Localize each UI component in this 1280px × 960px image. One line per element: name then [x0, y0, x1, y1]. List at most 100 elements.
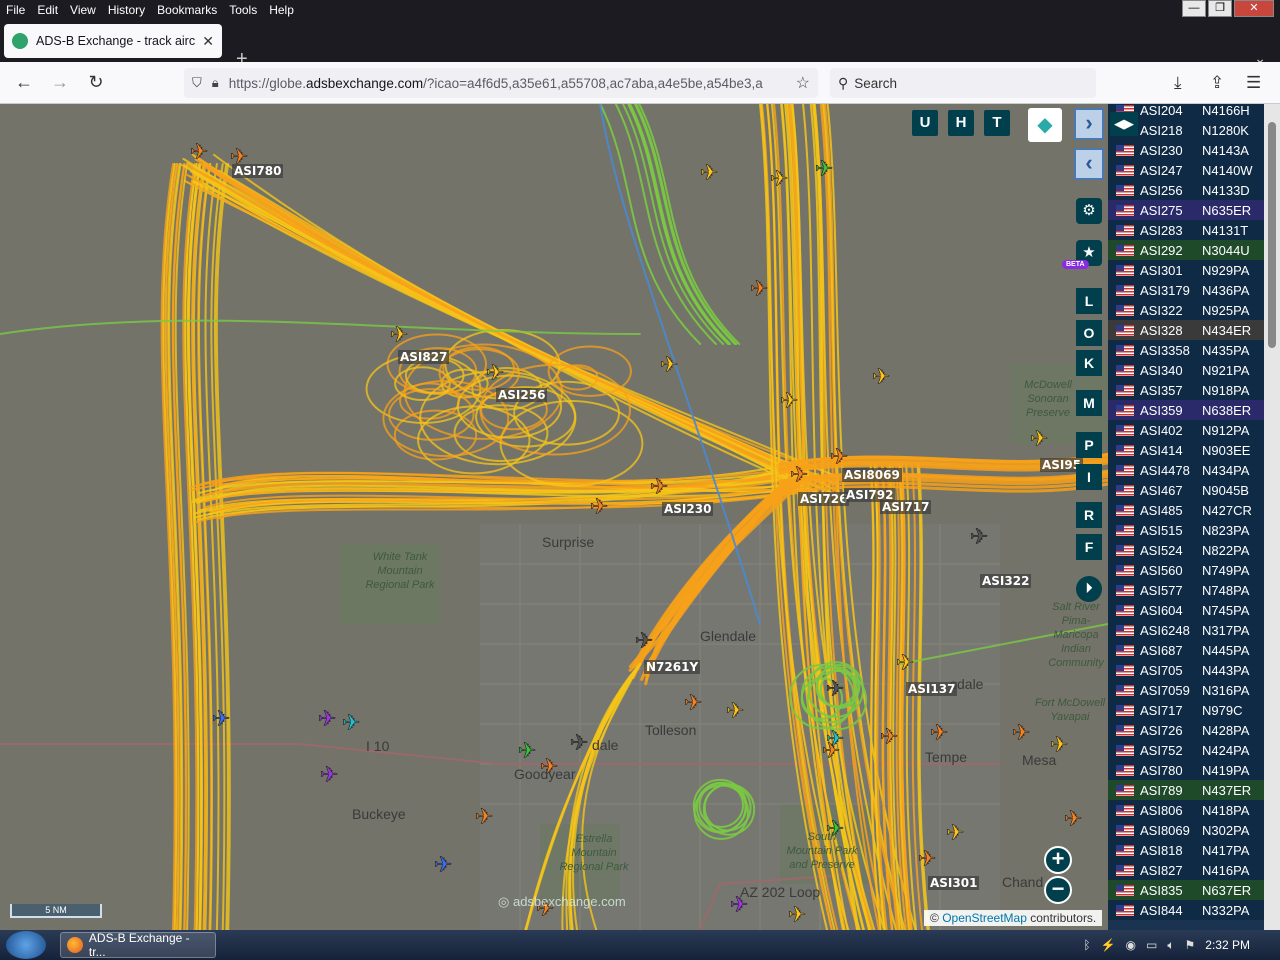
bluetooth-icon[interactable]: ᛒ [1083, 938, 1090, 952]
app-menu-icon[interactable]: ☰ [1246, 73, 1261, 93]
aircraft-row[interactable]: ASI275 N635ER [1108, 200, 1280, 220]
maximize-button[interactable]: ❐ [1208, 0, 1232, 17]
steam-icon[interactable]: ◉ [1126, 938, 1136, 952]
aircraft-row[interactable]: ASI402 N912PA [1108, 420, 1280, 440]
multiselect-button[interactable]: M [1076, 390, 1102, 416]
aircraft-marker-icon[interactable]: ✈ [320, 763, 339, 789]
aircraft-marker-icon[interactable]: ✈ [342, 711, 361, 737]
aircraft-row[interactable]: ASI3179 N436PA [1108, 280, 1280, 300]
aircraft-row[interactable]: ASI835 N637ER [1108, 880, 1280, 900]
network-icon[interactable]: ⚡ [1101, 938, 1116, 952]
persistence-button[interactable]: P [1076, 432, 1102, 458]
aircraft-list-panel[interactable]: ASI204 N4166H ASI218 N1280K ASI230 N4143A ASI2… [1108, 104, 1280, 930]
other-button[interactable]: O [1076, 320, 1102, 346]
map-canvas[interactable]: ✈ ✈✈✈ ✈✈ ✈ ✈✈✈✈✈✈✈✈✈✈✈✈ ✈ ✈✈✈✈✈✈✈✈ ✈✈✈✈✈ ✈ ✈ ✈✈ ✈✈✈… [0, 104, 1108, 930]
aircraft-row[interactable]: ASI604 N745PA [1108, 600, 1280, 620]
aircraft-row[interactable]: ASI283 N4131T [1108, 220, 1280, 240]
zoom-in-button[interactable]: + [1044, 846, 1072, 874]
aircraft-marker-icon[interactable]: ✈ [635, 629, 654, 655]
settings-gear-icon[interactable]: ⚙ [1076, 198, 1102, 224]
aircraft-row[interactable]: ASI4478 N434PA [1108, 460, 1280, 480]
aircraft-label[interactable]: ASI256 [496, 388, 548, 402]
tracking-protection-icon[interactable]: ⛉ [192, 75, 202, 91]
aircraft-label[interactable]: ASI8069 [842, 468, 902, 482]
aircraft-marker-icon[interactable]: ✈ [570, 731, 589, 757]
aircraft-row[interactable]: ASI8069 N302PA [1108, 820, 1280, 840]
aircraft-row[interactable]: ASI789 N437ER [1108, 780, 1280, 800]
aircraft-marker-icon[interactable]: ✈ [475, 805, 494, 831]
aircraft-marker-icon[interactable]: ✈ [650, 475, 669, 501]
aircraft-marker-icon[interactable]: ✈ [1064, 807, 1083, 833]
menu-edit[interactable]: Edit [31, 3, 64, 17]
aircraft-label[interactable]: ASI230 [662, 502, 714, 516]
forward-button[interactable]: → [48, 72, 72, 93]
aircraft-marker-icon[interactable]: ✈ [1030, 427, 1049, 453]
aircraft-marker-icon[interactable]: ✈ [660, 353, 679, 379]
panel-resize-arrows-icon[interactable]: ◀▶ [1110, 112, 1138, 136]
aircraft-row[interactable]: ASI726 N428PA [1108, 720, 1280, 740]
range-button[interactable]: R [1076, 502, 1102, 528]
trails-button[interactable]: T [984, 110, 1010, 136]
aircraft-marker-icon[interactable]: ✈ [590, 495, 609, 521]
aircraft-row[interactable]: ASI687 N445PA [1108, 640, 1280, 660]
replay-icon[interactable]: ⏵ [1076, 576, 1102, 602]
menu-help[interactable]: Help [263, 3, 300, 17]
aircraft-row[interactable]: ASI256 N4133D [1108, 180, 1280, 200]
aircraft-marker-icon[interactable]: ✈ [726, 699, 745, 725]
aircraft-row[interactable]: ASI301 N929PA [1108, 260, 1280, 280]
labels-button[interactable]: L [1076, 288, 1102, 314]
aircraft-marker-icon[interactable]: ✈ [872, 365, 891, 391]
close-window-button[interactable]: ✕ [1234, 0, 1274, 17]
aircraft-label[interactable]: ASI301 [928, 876, 980, 890]
units-button[interactable]: U [912, 110, 938, 136]
aircraft-row[interactable]: ASI818 N417PA [1108, 840, 1280, 860]
aircraft-marker-icon[interactable]: ✈ [815, 157, 834, 183]
aircraft-marker-icon[interactable]: ✈ [826, 677, 845, 703]
taskbar-firefox-item[interactable]: ADS-B Exchange - tr... [60, 931, 216, 959]
osm-link[interactable]: OpenStreetMap [942, 911, 1027, 925]
kml-button[interactable]: K [1076, 350, 1102, 376]
aircraft-label[interactable]: ASI717 [880, 500, 932, 514]
aircraft-row[interactable]: ASI717 N979C [1108, 700, 1280, 720]
aircraft-row[interactable]: ASI6248 N317PA [1108, 620, 1280, 640]
aircraft-marker-icon[interactable]: ✈ [190, 140, 209, 166]
aircraft-marker-icon[interactable]: ✈ [700, 161, 719, 187]
aircraft-row[interactable]: ASI752 N424PA [1108, 740, 1280, 760]
flag-icon[interactable]: ⚑ [1185, 938, 1196, 952]
aircraft-marker-icon[interactable]: ✈ [518, 739, 537, 765]
aircraft-label[interactable]: ASI726 [798, 492, 850, 506]
aircraft-marker-icon[interactable]: ✈ [790, 463, 809, 489]
aircraft-label[interactable]: ASI137 [906, 682, 958, 696]
aircraft-marker-icon[interactable]: ✈ [212, 707, 231, 733]
history-button[interactable]: H [948, 110, 974, 136]
scrollbar-thumb[interactable] [1268, 122, 1276, 348]
aircraft-marker-icon[interactable]: ✈ [770, 167, 789, 193]
aircraft-row[interactable]: ASI806 N418PA [1108, 800, 1280, 820]
menu-bookmarks[interactable]: Bookmarks [151, 3, 223, 17]
zoom-out-button[interactable]: − [1044, 876, 1072, 904]
aircraft-row[interactable]: ASI414 N903EE [1108, 440, 1280, 460]
clock[interactable]: 2:32 PM [1205, 938, 1250, 952]
aircraft-row[interactable]: ASI577 N748PA [1108, 580, 1280, 600]
menu-tools[interactable]: Tools [223, 3, 263, 17]
aircraft-row[interactable]: ASI357 N918PA [1108, 380, 1280, 400]
aircraft-label[interactable]: ASI827 [398, 350, 450, 364]
aircraft-marker-icon[interactable]: ✈ [486, 361, 505, 387]
aircraft-row[interactable]: ASI340 N921PA [1108, 360, 1280, 380]
menu-view[interactable]: View [64, 3, 102, 17]
aircraft-row[interactable]: ASI230 N4143A [1108, 140, 1280, 160]
minimize-button[interactable]: — [1182, 0, 1206, 17]
aircraft-label[interactable]: N7261Y [644, 660, 701, 674]
search-bar[interactable]: ⚲ Search [830, 68, 1096, 98]
aircraft-row[interactable]: ASI247 N4140W [1108, 160, 1280, 180]
aircraft-marker-icon[interactable]: ✈ [970, 525, 989, 551]
aircraft-row[interactable]: ASI359 N638ER [1108, 400, 1280, 420]
close-tab-icon[interactable]: ✕ [202, 33, 214, 50]
start-button[interactable] [6, 931, 46, 959]
monitor-icon[interactable]: ▭ [1146, 938, 1157, 952]
aircraft-marker-icon[interactable]: ✈ [684, 691, 703, 717]
aircraft-row[interactable]: ASI560 N749PA [1108, 560, 1280, 580]
lock-icon[interactable]: 🔒︎ [212, 75, 219, 91]
aircraft-row[interactable]: ASI827 N416PA [1108, 860, 1280, 880]
back-button[interactable]: ← [12, 72, 36, 93]
